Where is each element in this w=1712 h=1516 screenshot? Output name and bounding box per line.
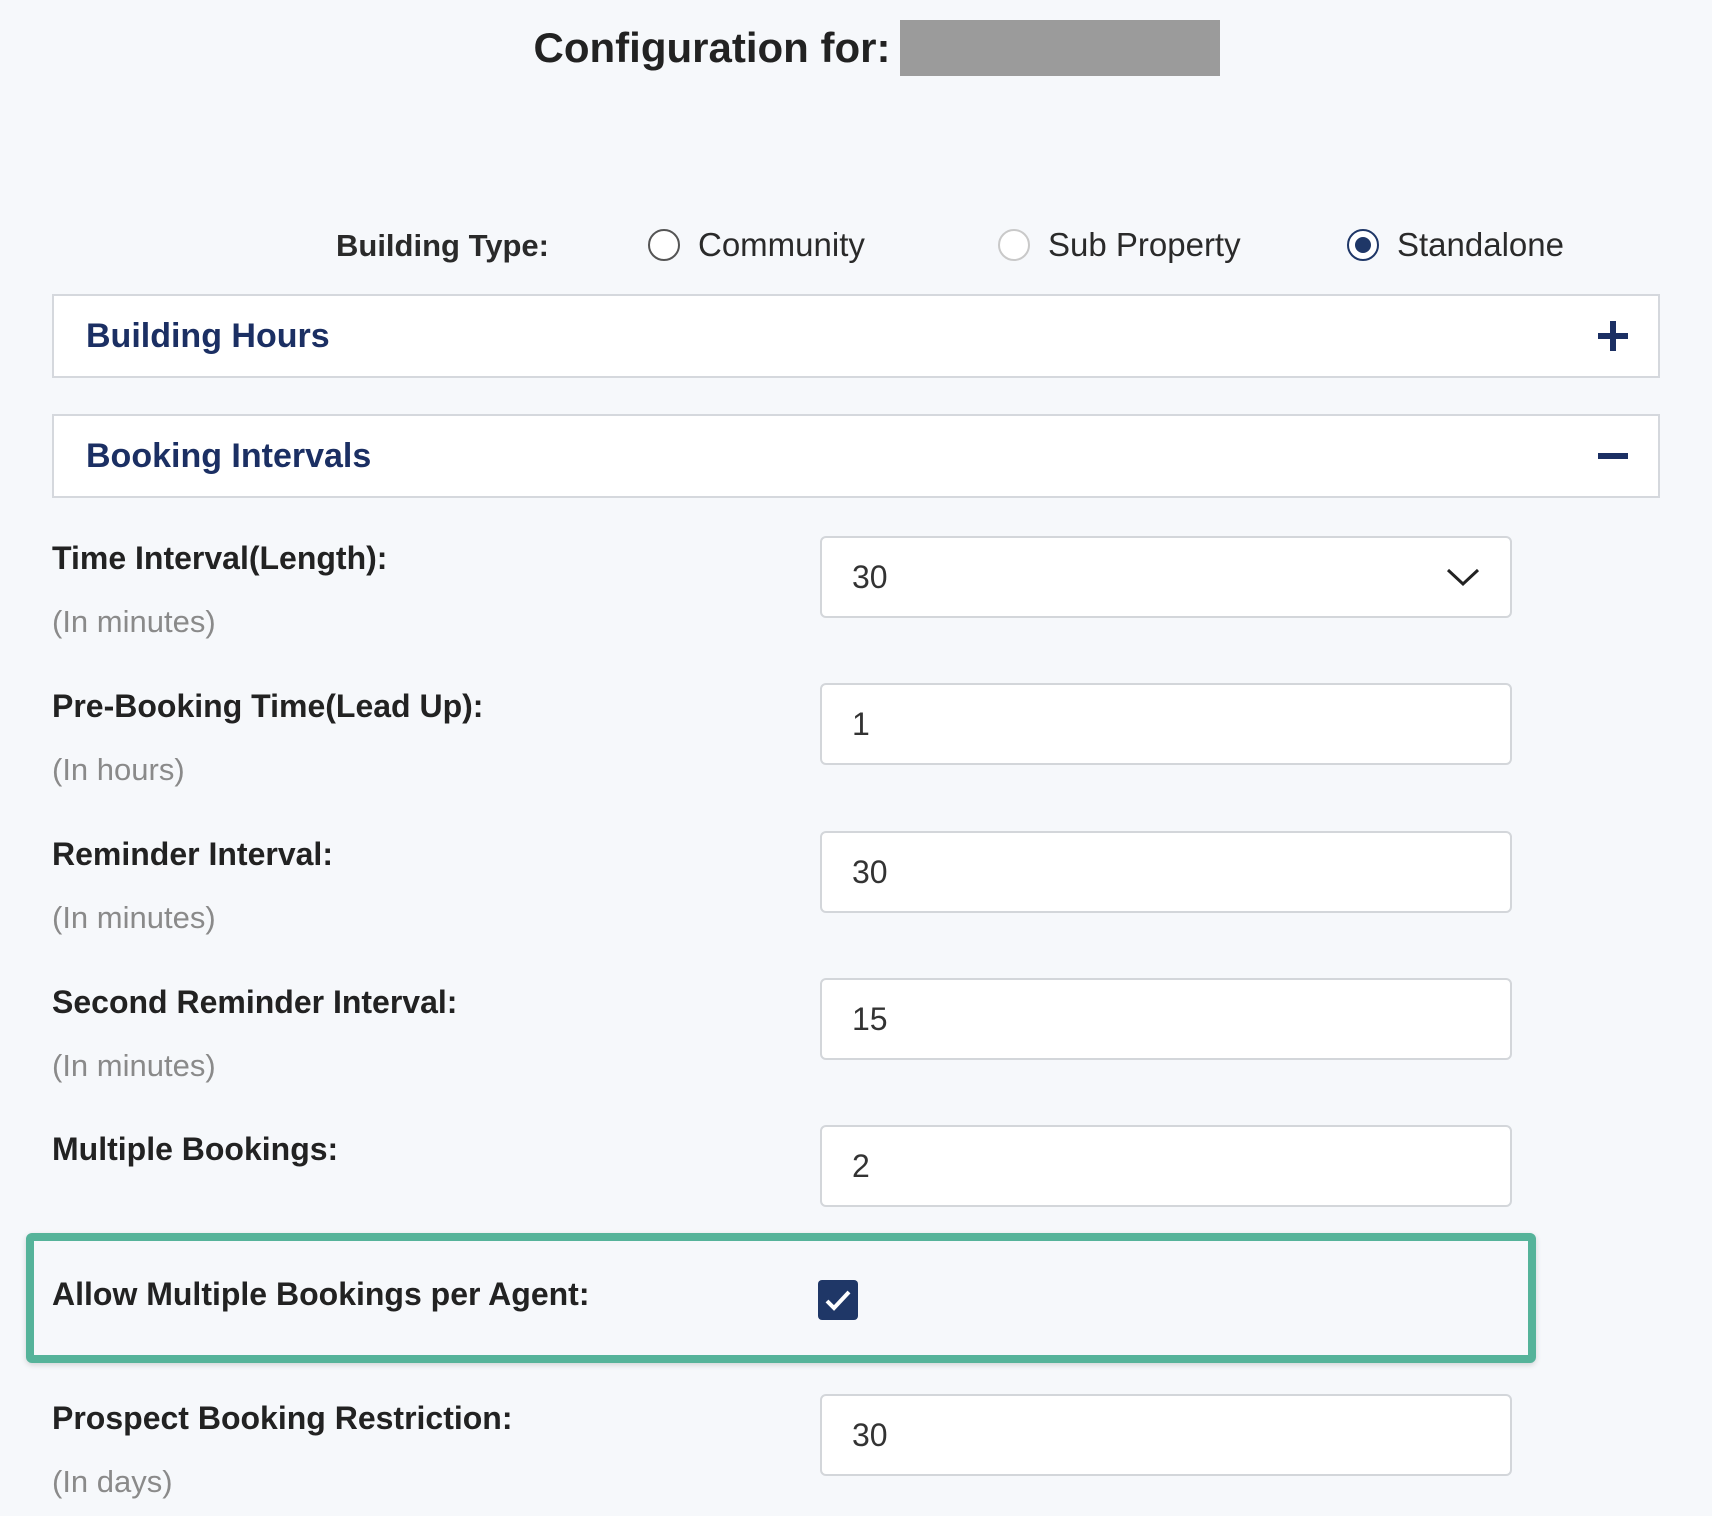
radio-standalone-label: Standalone bbox=[1397, 226, 1564, 263]
chevron-down-icon bbox=[1446, 568, 1480, 587]
radio-sub-property-circle[interactable] bbox=[998, 229, 1030, 261]
second-reminder-value: 15 bbox=[852, 1000, 888, 1037]
multiple-bookings-label: Multiple Bookings: bbox=[52, 1131, 339, 1167]
building-type-row: Building Type: Community Sub Property St… bbox=[0, 222, 1712, 272]
building-type-label: Building Type: bbox=[336, 228, 549, 263]
reminder-interval-label: Reminder Interval: bbox=[52, 836, 333, 872]
page-title: Configuration for: bbox=[0, 20, 1712, 76]
prospect-restriction-value: 30 bbox=[852, 1416, 888, 1453]
checkmark-icon bbox=[825, 1290, 851, 1311]
redacted-building-name bbox=[900, 20, 1221, 76]
allow-multiple-checkbox[interactable] bbox=[818, 1280, 858, 1320]
prospect-restriction-label: Prospect Booking Restriction: bbox=[52, 1400, 513, 1436]
radio-standalone[interactable]: Standalone bbox=[1347, 226, 1564, 264]
second-reminder-input[interactable]: 15 bbox=[820, 978, 1512, 1060]
accordion-booking-intervals[interactable]: Booking Intervals bbox=[52, 414, 1660, 498]
accordion-building-hours-title: Building Hours bbox=[86, 316, 330, 355]
time-interval-select[interactable]: 30 bbox=[820, 536, 1512, 618]
multiple-bookings-input[interactable]: 2 bbox=[820, 1125, 1512, 1207]
radio-sub-property-label: Sub Property bbox=[1048, 226, 1241, 263]
time-interval-label: Time Interval(Length): bbox=[52, 540, 388, 576]
multiple-bookings-value: 2 bbox=[852, 1147, 870, 1184]
pre-booking-value: 1 bbox=[852, 705, 870, 742]
minus-icon[interactable] bbox=[1598, 441, 1628, 471]
reminder-interval-value: 30 bbox=[852, 853, 888, 890]
pre-booking-input[interactable]: 1 bbox=[820, 683, 1512, 765]
second-reminder-label: Second Reminder Interval: bbox=[52, 984, 458, 1020]
second-reminder-unit: (In minutes) bbox=[52, 1048, 216, 1083]
pre-booking-label: Pre-Booking Time(Lead Up): bbox=[52, 688, 484, 724]
accordion-building-hours[interactable]: Building Hours bbox=[52, 294, 1660, 378]
pre-booking-unit: (In hours) bbox=[52, 752, 185, 787]
time-interval-value: 30 bbox=[852, 558, 888, 595]
accordion-booking-intervals-title: Booking Intervals bbox=[86, 436, 372, 475]
radio-sub-property[interactable]: Sub Property bbox=[998, 226, 1241, 264]
radio-community[interactable]: Community bbox=[648, 226, 865, 264]
plus-icon[interactable] bbox=[1598, 321, 1628, 351]
radio-standalone-circle[interactable] bbox=[1347, 229, 1379, 261]
radio-community-label: Community bbox=[698, 226, 865, 263]
allow-multiple-label: Allow Multiple Bookings per Agent: bbox=[52, 1276, 590, 1312]
prospect-restriction-input[interactable]: 30 bbox=[820, 1394, 1512, 1476]
prospect-restriction-unit: (In days) bbox=[52, 1464, 173, 1499]
radio-community-circle[interactable] bbox=[648, 229, 680, 261]
time-interval-unit: (In minutes) bbox=[52, 604, 216, 639]
page-title-text: Configuration for: bbox=[533, 24, 891, 71]
reminder-interval-input[interactable]: 30 bbox=[820, 831, 1512, 913]
reminder-interval-unit: (In minutes) bbox=[52, 900, 216, 935]
configuration-page: Configuration for: Building Type: Commun… bbox=[0, 0, 1712, 1516]
